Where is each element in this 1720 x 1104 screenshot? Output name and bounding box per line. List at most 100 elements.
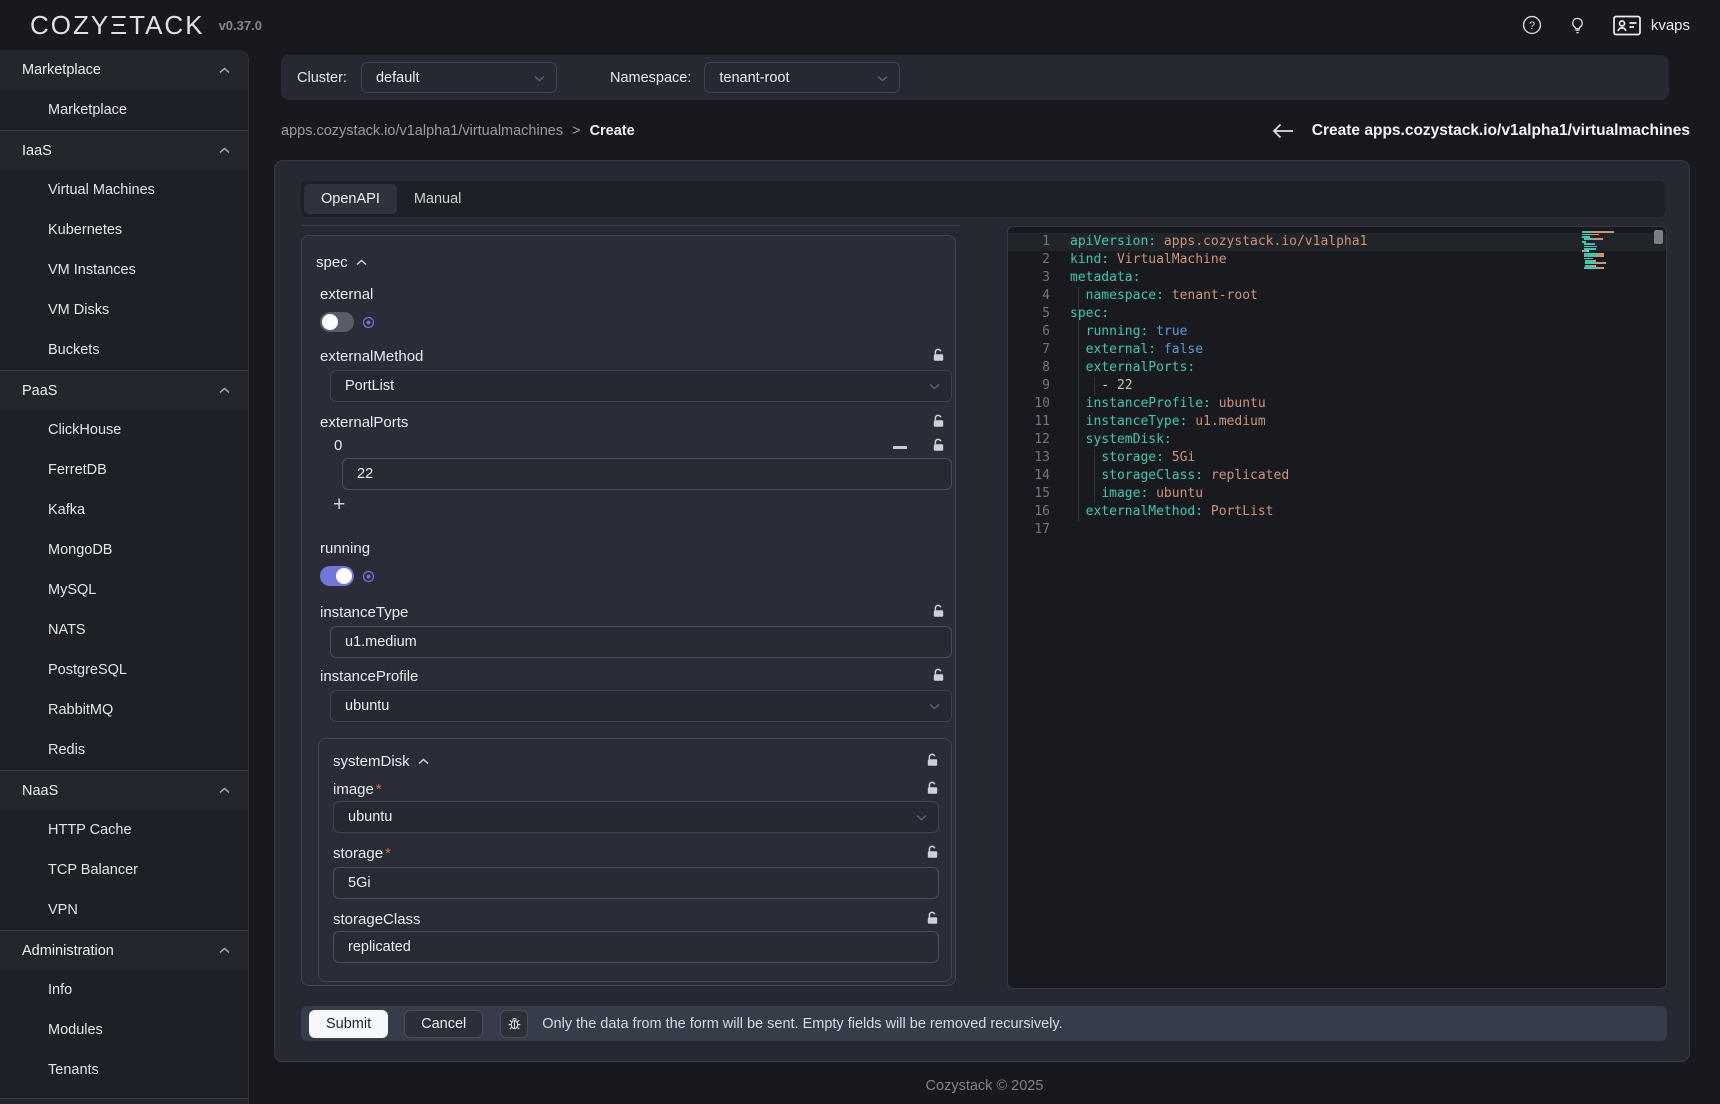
breadcrumb-path[interactable]: apps.cozystack.io/v1alpha1/virtualmachin… — [281, 123, 563, 139]
storage-input[interactable] — [333, 867, 939, 899]
external-toggle[interactable] — [320, 312, 354, 332]
cancel-button[interactable]: Cancel — [404, 1010, 483, 1038]
sidebar-item-kubernetes[interactable]: Kubernetes — [0, 210, 248, 250]
debug-button[interactable] — [500, 1010, 528, 1038]
spec-section-label: spec — [316, 254, 348, 271]
chevron-up-icon — [418, 758, 429, 765]
code-text: storageClass: replicated — [1050, 467, 1289, 485]
systemdisk-section-label: systemDisk — [333, 753, 410, 770]
spec-section-toggle[interactable]: spec — [316, 254, 367, 271]
cluster-select[interactable]: default — [361, 62, 557, 93]
running-default-indicator-icon[interactable] — [362, 570, 375, 583]
sidebar-item-vm-instances[interactable]: VM Instances — [0, 250, 248, 290]
sidebar-item-marketplace[interactable]: Marketplace — [0, 90, 248, 130]
sidebar-item-ferretdb[interactable]: FerretDB — [0, 450, 248, 490]
id-card-icon[interactable] — [1613, 15, 1641, 36]
submit-note: Only the data from the form will be sent… — [542, 1016, 1062, 1032]
minimap[interactable] — [1582, 231, 1652, 272]
line-number: 15 — [1008, 485, 1050, 503]
editor-scrollbar-thumb[interactable] — [1654, 230, 1663, 244]
sidebar-bottom-section-edge — [0, 1098, 248, 1104]
add-port-button[interactable]: + — [333, 496, 345, 514]
submit-button[interactable]: Submit — [309, 1010, 388, 1038]
instancetype-input[interactable] — [330, 626, 952, 658]
lock-icon[interactable] — [932, 414, 945, 428]
chevron-down-icon — [929, 703, 940, 710]
running-field-label: running — [320, 540, 370, 557]
sidebar-item-buckets[interactable]: Buckets — [0, 330, 248, 370]
tab-openapi[interactable]: OpenAPI — [304, 184, 397, 214]
code-text: apiVersion: apps.cozystack.io/v1alpha1 — [1050, 233, 1367, 251]
lock-icon[interactable] — [926, 781, 939, 795]
sidebar-item-redis[interactable]: Redis — [0, 730, 248, 770]
sidebar-item-label: VM Disks — [48, 302, 109, 318]
code-line: 9 - 22 — [1008, 377, 1666, 395]
sidebar-item-label: VM Instances — [48, 262, 136, 278]
sidebar-item-tenants[interactable]: Tenants — [0, 1050, 248, 1090]
external-default-indicator-icon[interactable] — [362, 316, 375, 329]
sidebar-item-postgresql[interactable]: PostgreSQL — [0, 650, 248, 690]
app-logo[interactable]: COZYΞTACK — [30, 10, 205, 41]
svg-text:?: ? — [1529, 20, 1535, 32]
sidebar-item-label: Virtual Machines — [48, 182, 155, 198]
code-text: externalMethod: PortList — [1050, 503, 1274, 521]
line-number: 8 — [1008, 359, 1050, 377]
lock-icon[interactable] — [932, 668, 945, 682]
code-line: 7 external: false — [1008, 341, 1666, 359]
remove-port-button[interactable] — [893, 446, 907, 449]
sidebar-section-marketplace[interactable]: Marketplace — [0, 50, 248, 90]
instanceprofile-select[interactable]: ubuntu — [330, 690, 952, 722]
required-marker: * — [385, 845, 391, 862]
lock-icon[interactable] — [932, 348, 945, 362]
externalmethod-select[interactable]: PortList — [330, 370, 952, 402]
chevron-down-icon — [534, 75, 545, 82]
code-text: instanceType: u1.medium — [1050, 413, 1266, 431]
sidebar-item-mysql[interactable]: MySQL — [0, 570, 248, 610]
sidebar-item-vpn[interactable]: VPN — [0, 890, 248, 930]
sidebar-section-naas[interactable]: NaaS — [0, 770, 248, 810]
sidebar-section-iaas[interactable]: IaaS — [0, 130, 248, 170]
chevron-up-icon — [356, 259, 367, 266]
sidebar-item-mongodb[interactable]: MongoDB — [0, 530, 248, 570]
code-text: metadata: — [1050, 269, 1140, 287]
systemdisk-section: systemDisk image* ubuntu storage* storag… — [318, 738, 952, 982]
sidebar-section-paas[interactable]: PaaS — [0, 370, 248, 410]
back-arrow-icon[interactable] — [1272, 123, 1294, 139]
lock-icon[interactable] — [926, 753, 939, 767]
sidebar-item-vm-disks[interactable]: VM Disks — [0, 290, 248, 330]
code-text: image: ubuntu — [1050, 485, 1203, 503]
sidebar-section-administration[interactable]: Administration — [0, 930, 248, 970]
line-number: 4 — [1008, 287, 1050, 305]
lock-icon[interactable] — [932, 438, 945, 452]
form-action-bar: Submit Cancel Only the data from the for… — [301, 1006, 1667, 1041]
sidebar-item-clickhouse[interactable]: ClickHouse — [0, 410, 248, 450]
sidebar-item-http-cache[interactable]: HTTP Cache — [0, 810, 248, 850]
sidebar-item-rabbitmq[interactable]: RabbitMQ — [0, 690, 248, 730]
sidebar-item-label: VPN — [48, 902, 78, 918]
sidebar-item-info[interactable]: Info — [0, 970, 248, 1010]
sidebar-item-nats[interactable]: NATS — [0, 610, 248, 650]
line-number: 3 — [1008, 269, 1050, 287]
lock-icon[interactable] — [926, 911, 939, 925]
lightbulb-icon[interactable] — [1568, 16, 1587, 35]
help-icon[interactable]: ? — [1522, 15, 1542, 35]
running-toggle[interactable] — [320, 566, 354, 586]
lock-icon[interactable] — [926, 845, 939, 859]
sidebar-section-label: IaaS — [22, 143, 219, 159]
user-name[interactable]: kvaps — [1651, 17, 1690, 34]
storageclass-input[interactable] — [333, 931, 939, 963]
sidebar-item-modules[interactable]: Modules — [0, 1010, 248, 1050]
image-select[interactable]: ubuntu — [333, 801, 939, 833]
sidebar-item-virtual-machines[interactable]: Virtual Machines — [0, 170, 248, 210]
sidebar-item-kafka[interactable]: Kafka — [0, 490, 248, 530]
yaml-code-editor[interactable]: 1apiVersion: apps.cozystack.io/v1alpha12… — [1007, 226, 1667, 989]
sidebar-item-tcp-balancer[interactable]: TCP Balancer — [0, 850, 248, 890]
line-number: 7 — [1008, 341, 1050, 359]
toggle-knob — [322, 314, 338, 330]
externalports-item-input[interactable] — [342, 458, 952, 490]
tab-manual[interactable]: Manual — [397, 184, 479, 214]
lock-icon[interactable] — [932, 604, 945, 618]
systemdisk-section-toggle[interactable]: systemDisk — [333, 753, 429, 770]
namespace-select[interactable]: tenant-root — [704, 62, 900, 93]
externalports-field-label: externalPorts — [320, 414, 408, 431]
